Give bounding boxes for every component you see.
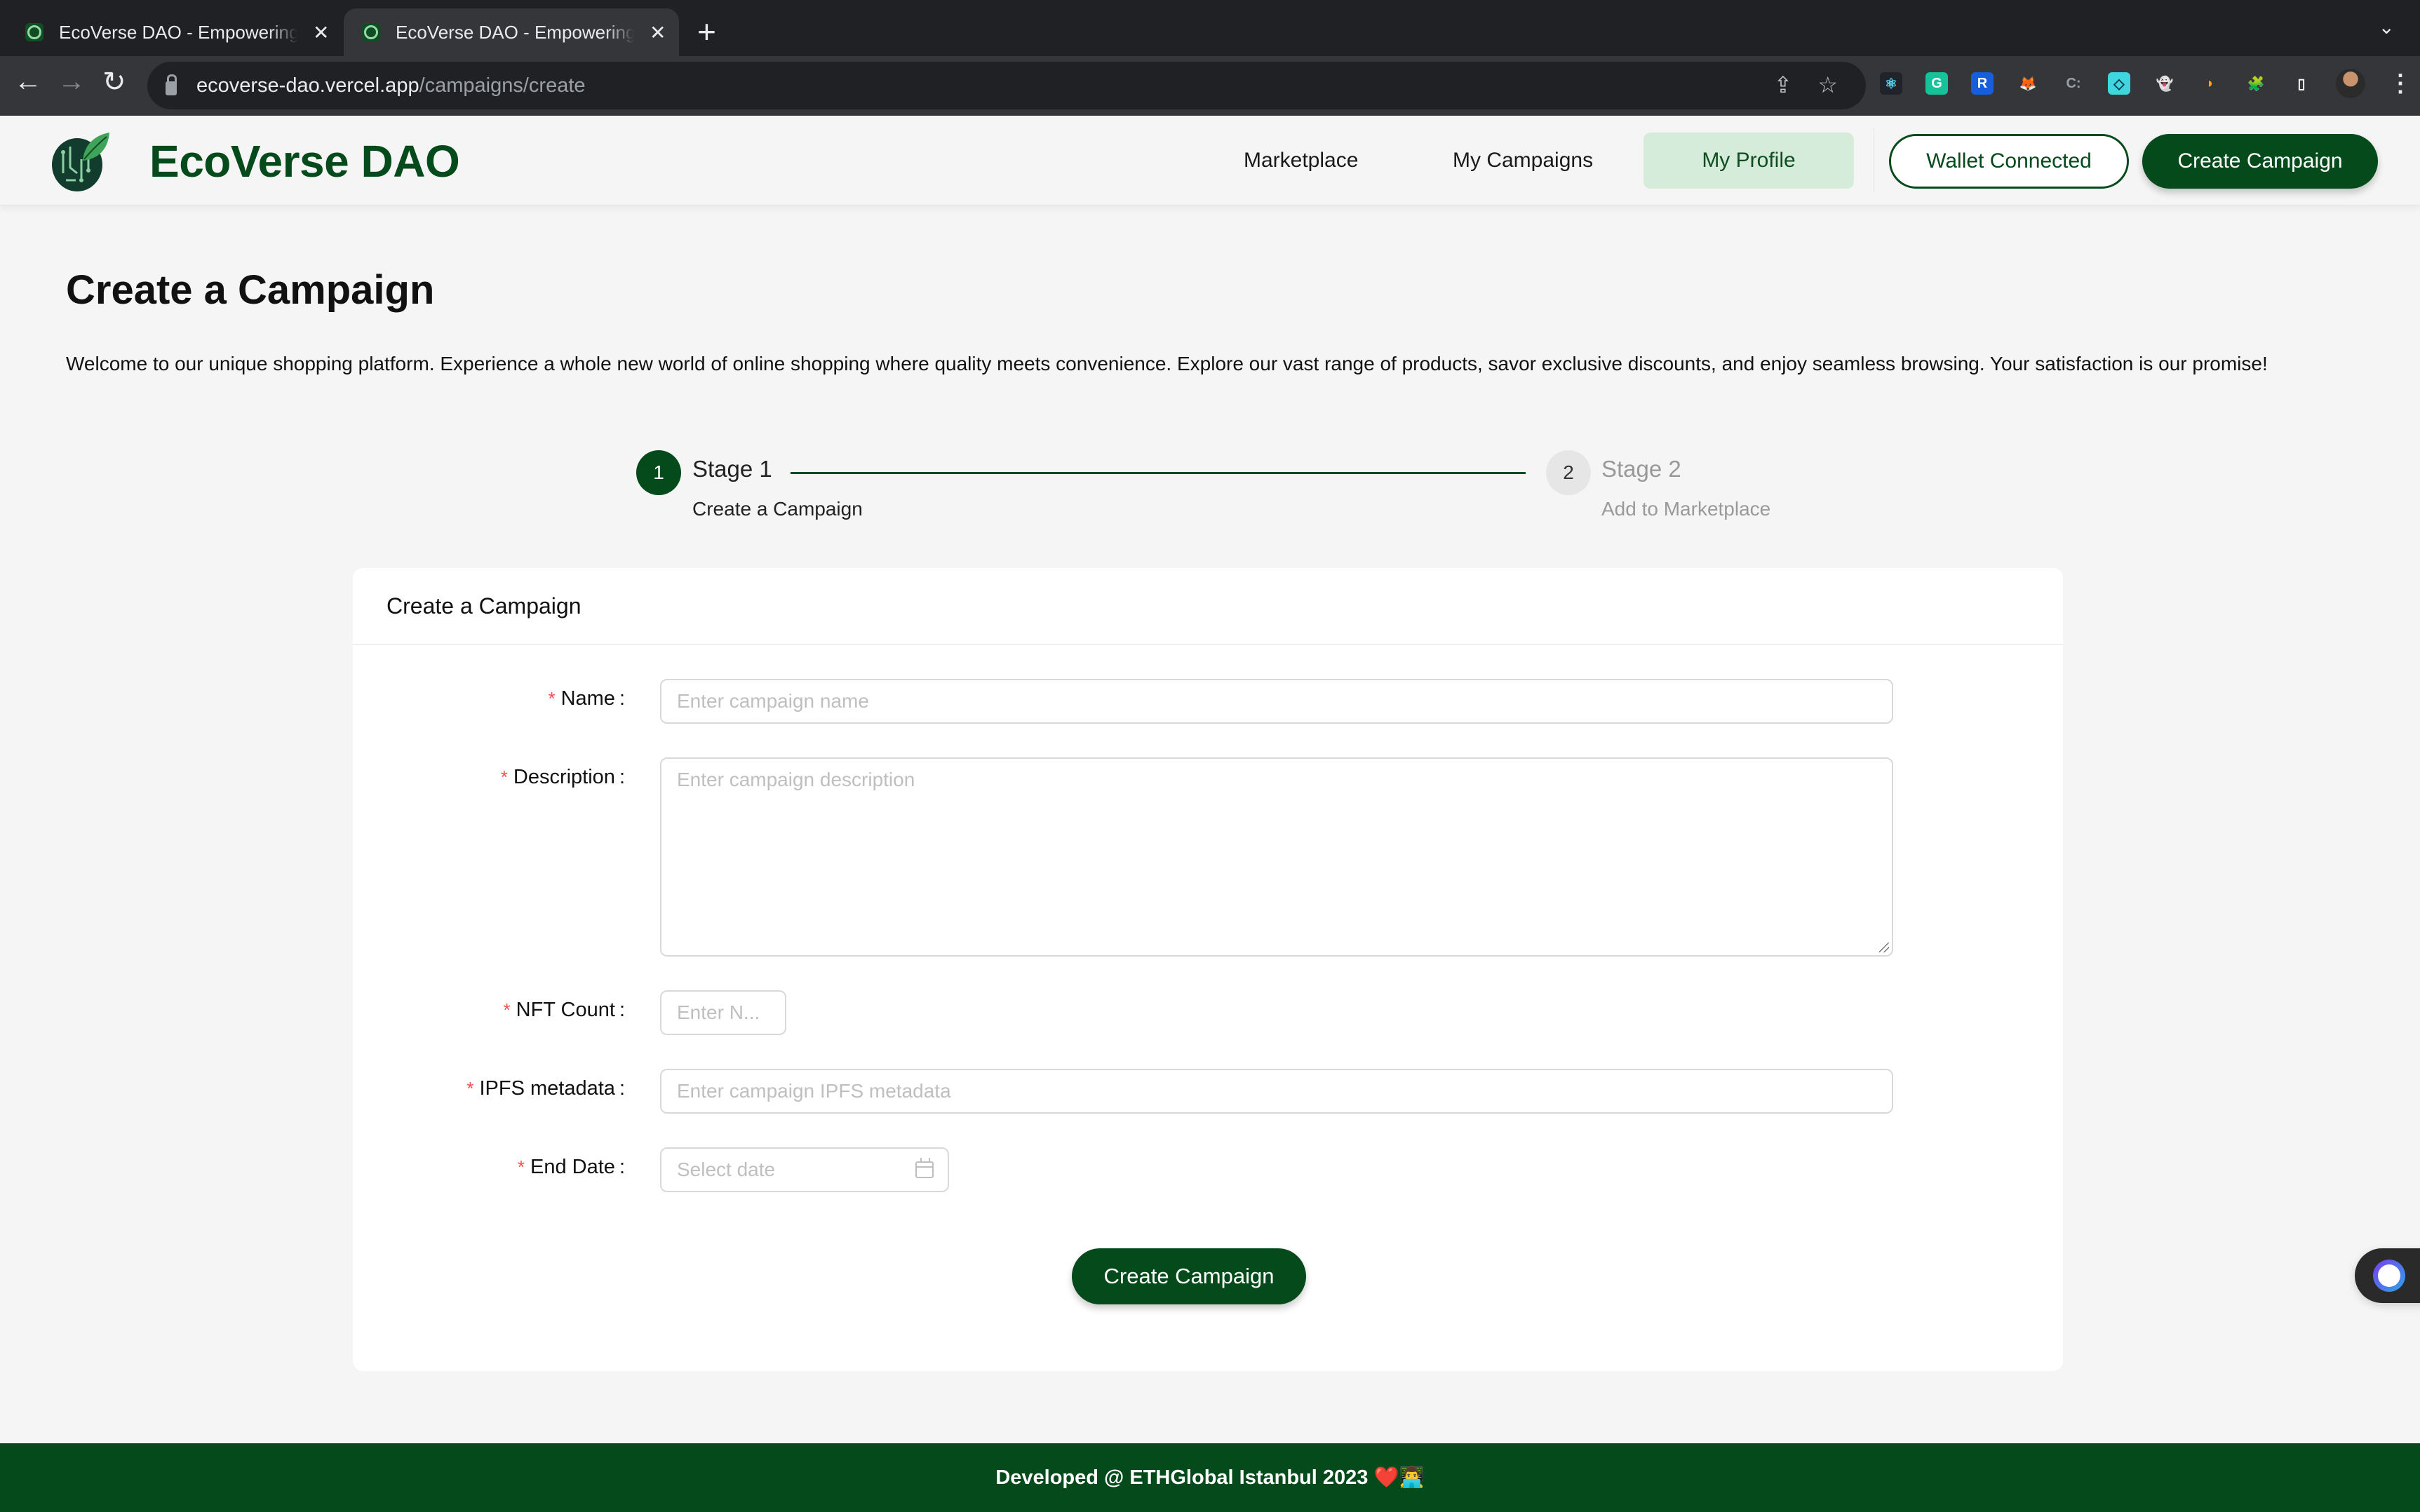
step-2-title: Stage 2 (1601, 456, 1681, 482)
ecoverse-logo-icon[interactable] (48, 131, 112, 193)
phantom-extension-icon[interactable]: 👻 (2153, 72, 2176, 95)
intro-text: Welcome to our unique shopping platform.… (66, 353, 2268, 374)
nft-count-input[interactable]: Enter N... (660, 990, 786, 1035)
card-title: Create a Campaign (353, 568, 2063, 645)
calendar-icon[interactable] (915, 1158, 934, 1178)
yellow-extension-extension-icon[interactable]: ◗ (2199, 72, 2221, 95)
brand-name[interactable]: EcoVerse DAO (149, 135, 460, 187)
required-mark: * (466, 1078, 474, 1099)
new-tab-icon[interactable]: + (697, 13, 716, 50)
ipfs-label: * IPFS metadata : (466, 1077, 625, 1100)
description-row: * Description : Enter campaign descripti… (353, 757, 2063, 957)
tab-search-chevron-icon[interactable]: ⌄ (2379, 15, 2395, 39)
label-colon: : (619, 687, 625, 710)
end-date-label: * End Date : (518, 1156, 625, 1179)
ecoverse-favicon-icon (362, 23, 380, 41)
end-date-label-text: End Date (530, 1156, 615, 1178)
nav-my-profile[interactable]: My Profile (1643, 133, 1854, 189)
required-mark: * (517, 1156, 525, 1177)
url-path: /campaigns/create (419, 74, 586, 97)
ipfs-metadata-input[interactable]: Enter campaign IPFS metadata (660, 1069, 1893, 1114)
step-connector (791, 472, 1526, 474)
resize-handle-icon[interactable] (1879, 943, 1889, 952)
browser-tab[interactable]: EcoVerse DAO - Empowering E ✕ (25, 8, 329, 56)
footer-text: Developed @ ETHGlobal Istanbul 2023 ❤️👨‍… (995, 1466, 1425, 1489)
submit-create-campaign-button[interactable]: Create Campaign (1072, 1248, 1306, 1304)
bitwarden-extension-icon[interactable]: R (1971, 72, 1994, 95)
reload-icon[interactable]: ↻ (102, 66, 126, 98)
browser-tab-active[interactable]: EcoVerse DAO - Empowering E ✕ (344, 8, 679, 56)
step-1-description: Create a Campaign (692, 498, 863, 520)
browser-menu-icon[interactable]: ⋮ (2388, 69, 2412, 97)
ecoverse-favicon-icon (25, 23, 43, 41)
browser-tab-bar: EcoVerse DAO - Empowering E ✕ EcoVerse D… (0, 0, 2420, 56)
end-date-picker[interactable]: Select date (660, 1147, 949, 1192)
side-panel-extension-icon[interactable]: ▯ (2290, 72, 2313, 95)
profile-avatar[interactable] (2336, 69, 2365, 98)
app-header: EcoVerse DAO Marketplace My Campaigns My… (0, 116, 2420, 205)
step-2-number: 2 (1546, 450, 1591, 495)
react-devtools-extension-icon[interactable]: ⚛ (1880, 72, 1902, 95)
create-campaign-card: Create a Campaign * Name : Enter campaig… (353, 568, 2063, 1371)
label-colon: : (619, 1156, 625, 1178)
tab-title: EcoVerse DAO - Empowering E (396, 21, 634, 43)
teal-extension-extension-icon[interactable]: ◇ (2108, 72, 2130, 95)
end-date-placeholder: Select date (677, 1159, 776, 1180)
label-colon: : (619, 999, 625, 1021)
step-2-description: Add to Marketplace (1601, 498, 1771, 520)
end-date-row: * End Date : Select date (353, 1147, 2063, 1192)
step-1-number: 1 (636, 450, 681, 495)
forward-arrow-icon[interactable]: → (58, 66, 86, 97)
grammarly-extension-icon[interactable]: G (1925, 72, 1948, 95)
wallet-connected-button[interactable]: Wallet Connected (1889, 134, 2129, 189)
assistant-bot-icon[interactable] (2373, 1260, 2405, 1292)
label-colon: : (619, 766, 625, 788)
extensions-puzzle-extension-icon[interactable]: 🧩 (2245, 72, 2267, 95)
bookmark-star-icon[interactable]: ☆ (1817, 72, 1838, 98)
c-extension-extension-icon[interactable]: C: (2062, 72, 2085, 95)
label-colon: : (619, 1077, 625, 1100)
nft-count-row: * NFT Count : Enter N... (353, 990, 2063, 1035)
ipfs-label-text: IPFS metadata (479, 1077, 615, 1100)
nav-my-campaigns[interactable]: My Campaigns (1453, 133, 1593, 189)
metamask-extension-icon[interactable]: 🦊 (2017, 72, 2039, 95)
required-mark: * (500, 767, 508, 788)
required-mark: * (548, 688, 556, 709)
tab-close-icon[interactable]: ✕ (313, 21, 329, 44)
description-label-text: Description (513, 766, 615, 788)
address-bar[interactable]: ecoverse-dao.vercel.app /campaigns/creat… (147, 62, 1866, 109)
tab-title: EcoVerse DAO - Empowering E (59, 21, 297, 43)
back-arrow-icon[interactable]: ← (14, 66, 42, 97)
name-label: * Name : (548, 687, 625, 710)
required-mark: * (503, 999, 511, 1020)
assistant-widget[interactable] (2355, 1248, 2420, 1303)
nft-count-label: * NFT Count : (504, 999, 625, 1022)
footer: Developed @ ETHGlobal Istanbul 2023 ❤️👨‍… (0, 1443, 2420, 1512)
browser-toolbar: ← → ↻ ecoverse-dao.vercel.app /campaigns… (0, 56, 2420, 116)
description-textarea[interactable]: Enter campaign description (660, 757, 1893, 957)
share-icon[interactable]: ⇪ (1774, 72, 1793, 98)
nft-count-label-text: NFT Count (516, 999, 615, 1021)
header-create-campaign-button[interactable]: Create Campaign (2142, 134, 2378, 189)
stepper: 1 Stage 1 Create a Campaign 2 Stage 2 Ad… (635, 447, 1792, 532)
ipfs-row: * IPFS metadata : Enter campaign IPFS me… (353, 1069, 2063, 1114)
nav-marketplace[interactable]: Marketplace (1244, 133, 1358, 189)
url-host: ecoverse-dao.vercel.app (196, 74, 419, 97)
name-row: * Name : Enter campaign name (353, 679, 2063, 724)
description-placeholder: Enter campaign description (677, 769, 915, 790)
name-label-text: Name (560, 687, 615, 710)
tab-close-icon[interactable]: ✕ (650, 21, 666, 44)
extensions-bar: ⚛ G R 🦊 C: ◇ 👻 ◗ 🧩 ▯ ⋮ (1880, 69, 2412, 98)
lock-icon[interactable] (166, 74, 177, 95)
step-1-title: Stage 1 (692, 456, 772, 482)
page-title: Create a Campaign (66, 267, 435, 313)
description-label: * Description : (501, 766, 625, 789)
name-input[interactable]: Enter campaign name (660, 679, 1893, 724)
